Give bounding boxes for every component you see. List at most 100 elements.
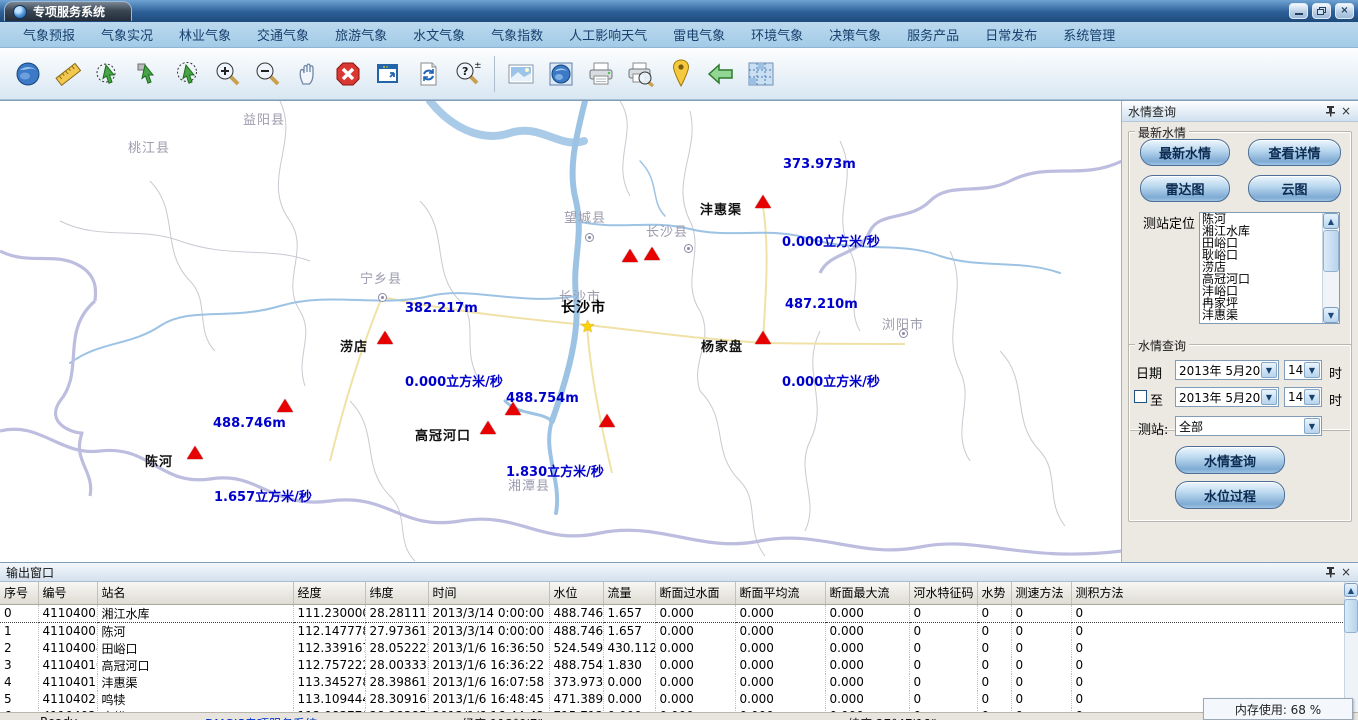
column-header[interactable]: 经度 xyxy=(293,582,365,604)
chevron-down-icon[interactable]: ▼ xyxy=(1261,389,1277,405)
station-marker-icon[interactable] xyxy=(505,402,521,415)
pointer-tool-button[interactable] xyxy=(128,53,168,95)
table-cell: 0 xyxy=(909,674,977,691)
station-marker-icon[interactable] xyxy=(644,247,660,260)
menu-item-4[interactable]: 交通气象 xyxy=(244,25,322,44)
chevron-down-icon[interactable]: ▼ xyxy=(1304,418,1320,434)
chevron-down-icon[interactable]: ▼ xyxy=(1304,362,1320,378)
radar-chart-button[interactable]: 雷达图 xyxy=(1140,175,1230,202)
close-button[interactable]: × xyxy=(1335,3,1354,19)
table-row[interactable]: 441104017沣惠渠113.34527828.3986112013/1/6 … xyxy=(0,674,1344,691)
menu-item-7[interactable]: 气象指数 xyxy=(478,25,556,44)
print-preview-tool-button[interactable] xyxy=(621,53,661,95)
station-list-scrollbar[interactable]: ▲ ▼ xyxy=(1322,213,1339,323)
menu-item-1[interactable]: 气象预报 xyxy=(10,25,88,44)
column-header[interactable]: 序号 xyxy=(0,582,38,604)
station-marker-icon[interactable] xyxy=(599,414,615,427)
column-header[interactable]: 测积方法 xyxy=(1071,582,1344,604)
chevron-down-icon[interactable]: ▼ xyxy=(1261,362,1277,378)
menu-item-9[interactable]: 雷电气象 xyxy=(660,25,738,44)
grid-map-tool-button[interactable] xyxy=(741,53,781,95)
table-row[interactable]: 241104004田峪口112.33916728.0522222013/1/6 … xyxy=(0,640,1344,657)
station-listbox[interactable]: 陈河湘江水库田峪口耿峪口涝店高冠河口沣峪口冉家坪沣惠渠 ▲ ▼ xyxy=(1199,212,1340,324)
map-canvas[interactable]: 益阳县桃江县宁乡县望城县长沙县浏阳市湘潭县长沙市长沙市沣惠渠涝店高冠河口陈河杨家… xyxy=(0,101,1122,562)
back-tool-button[interactable] xyxy=(701,53,741,95)
column-header[interactable]: 纬度 xyxy=(365,582,428,604)
refresh-tool-button[interactable] xyxy=(408,53,448,95)
column-header[interactable]: 编号 xyxy=(38,582,97,604)
menu-item-2[interactable]: 气象实况 xyxy=(88,25,166,44)
scroll-up-icon[interactable]: ▲ xyxy=(1323,213,1339,229)
hour-from-combobox[interactable]: 14 ▼ xyxy=(1284,360,1322,380)
menu-item-14[interactable]: 系统管理 xyxy=(1050,25,1128,44)
station-marker-icon[interactable] xyxy=(622,249,638,262)
identify-tool-button[interactable]: ?± xyxy=(448,53,488,95)
select-area-tool-button[interactable] xyxy=(88,53,128,95)
station-list-item[interactable]: 沣惠渠 xyxy=(1200,309,1322,321)
select-circle-tool-button[interactable] xyxy=(168,53,208,95)
date-to-combobox[interactable]: 2013年 5月20日 ▼ xyxy=(1175,387,1279,407)
menu-item-12[interactable]: 服务产品 xyxy=(894,25,972,44)
output-scroll-up-icon[interactable]: ▲ xyxy=(1344,583,1358,597)
menu-item-6[interactable]: 水文气象 xyxy=(400,25,478,44)
table-row[interactable]: 341104010高冠河口112.75722228.0033332013/1/6… xyxy=(0,657,1344,674)
output-scrollbar[interactable]: ▲ xyxy=(1344,582,1358,712)
station-marker-icon[interactable] xyxy=(755,331,771,344)
to-date-checkbox[interactable] xyxy=(1134,390,1147,403)
hour-to-combobox[interactable]: 14 ▼ xyxy=(1284,387,1322,407)
column-header[interactable]: 流量 xyxy=(603,582,655,604)
column-header[interactable]: 水势 xyxy=(977,582,1011,604)
print-tool-button[interactable] xyxy=(581,53,621,95)
globe-view-tool-button[interactable] xyxy=(541,53,581,95)
restore-button[interactable] xyxy=(1312,3,1331,19)
column-header[interactable]: 断面过水面 xyxy=(655,582,735,604)
stop-tool-button[interactable] xyxy=(328,53,368,95)
station-marker-icon[interactable] xyxy=(377,331,393,344)
station-combobox[interactable]: 全部 ▼ xyxy=(1175,416,1322,436)
station-marker-icon[interactable] xyxy=(755,195,771,208)
water-query-button[interactable]: 水情查询 xyxy=(1175,446,1285,474)
water-level-process-button[interactable]: 水位过程 xyxy=(1175,481,1285,509)
globe-tool-button[interactable] xyxy=(8,53,48,95)
column-header[interactable]: 水位 xyxy=(549,582,603,604)
locate-pin-tool-button[interactable] xyxy=(661,53,701,95)
menu-item-13[interactable]: 日常发布 xyxy=(972,25,1050,44)
menu-item-10[interactable]: 环境气象 xyxy=(738,25,816,44)
output-pin-icon[interactable] xyxy=(1322,565,1338,580)
zoom-out-tool-button[interactable] xyxy=(248,53,288,95)
table-cell: 0.000 xyxy=(655,691,735,708)
panel-close-icon[interactable]: × xyxy=(1338,104,1354,119)
zoom-in-tool-button[interactable] xyxy=(208,53,248,95)
table-row[interactable]: 141104002陈河112.14777827.9736112013/3/14 … xyxy=(0,622,1344,640)
output-close-icon[interactable]: × xyxy=(1338,565,1354,580)
pin-icon[interactable] xyxy=(1322,104,1338,119)
measure-tool-button[interactable] xyxy=(48,53,88,95)
column-header[interactable]: 时间 xyxy=(428,582,549,604)
column-header[interactable]: 站名 xyxy=(97,582,293,604)
menu-item-3[interactable]: 林业气象 xyxy=(166,25,244,44)
column-header[interactable]: 断面平均流 xyxy=(735,582,825,604)
output-scroll-thumb[interactable] xyxy=(1344,599,1358,633)
menu-item-11[interactable]: 决策气象 xyxy=(816,25,894,44)
image-export-tool-button[interactable] xyxy=(501,53,541,95)
menu-item-8[interactable]: 人工影响天气 xyxy=(556,25,660,44)
station-marker-icon[interactable] xyxy=(480,421,496,434)
menu-item-5[interactable]: 旅游气象 xyxy=(322,25,400,44)
latest-water-button[interactable]: 最新水情 xyxy=(1140,139,1230,166)
table-row[interactable]: 541104022鸣犊113.10944428.3091672013/1/6 1… xyxy=(0,691,1344,708)
column-header[interactable]: 断面最大流 xyxy=(825,582,909,604)
date-from-combobox[interactable]: 2013年 5月20日 ▼ xyxy=(1175,360,1279,380)
view-details-button[interactable]: 查看详情 xyxy=(1248,139,1341,166)
pan-tool-button[interactable] xyxy=(288,53,328,95)
full-extent-tool-button[interactable] xyxy=(368,53,408,95)
station-marker-icon[interactable] xyxy=(187,446,203,459)
table-row[interactable]: 041104002湘江水库111.23000028.2811112013/3/1… xyxy=(0,604,1344,622)
station-marker-icon[interactable] xyxy=(277,399,293,412)
cloud-image-button[interactable]: 云图 xyxy=(1248,175,1341,202)
scroll-thumb[interactable] xyxy=(1323,230,1339,272)
column-header[interactable]: 测速方法 xyxy=(1011,582,1071,604)
column-header[interactable]: 河水特征码 xyxy=(909,582,977,604)
minimize-button[interactable] xyxy=(1289,3,1308,19)
scroll-down-icon[interactable]: ▼ xyxy=(1323,307,1339,323)
chevron-down-icon[interactable]: ▼ xyxy=(1304,389,1320,405)
